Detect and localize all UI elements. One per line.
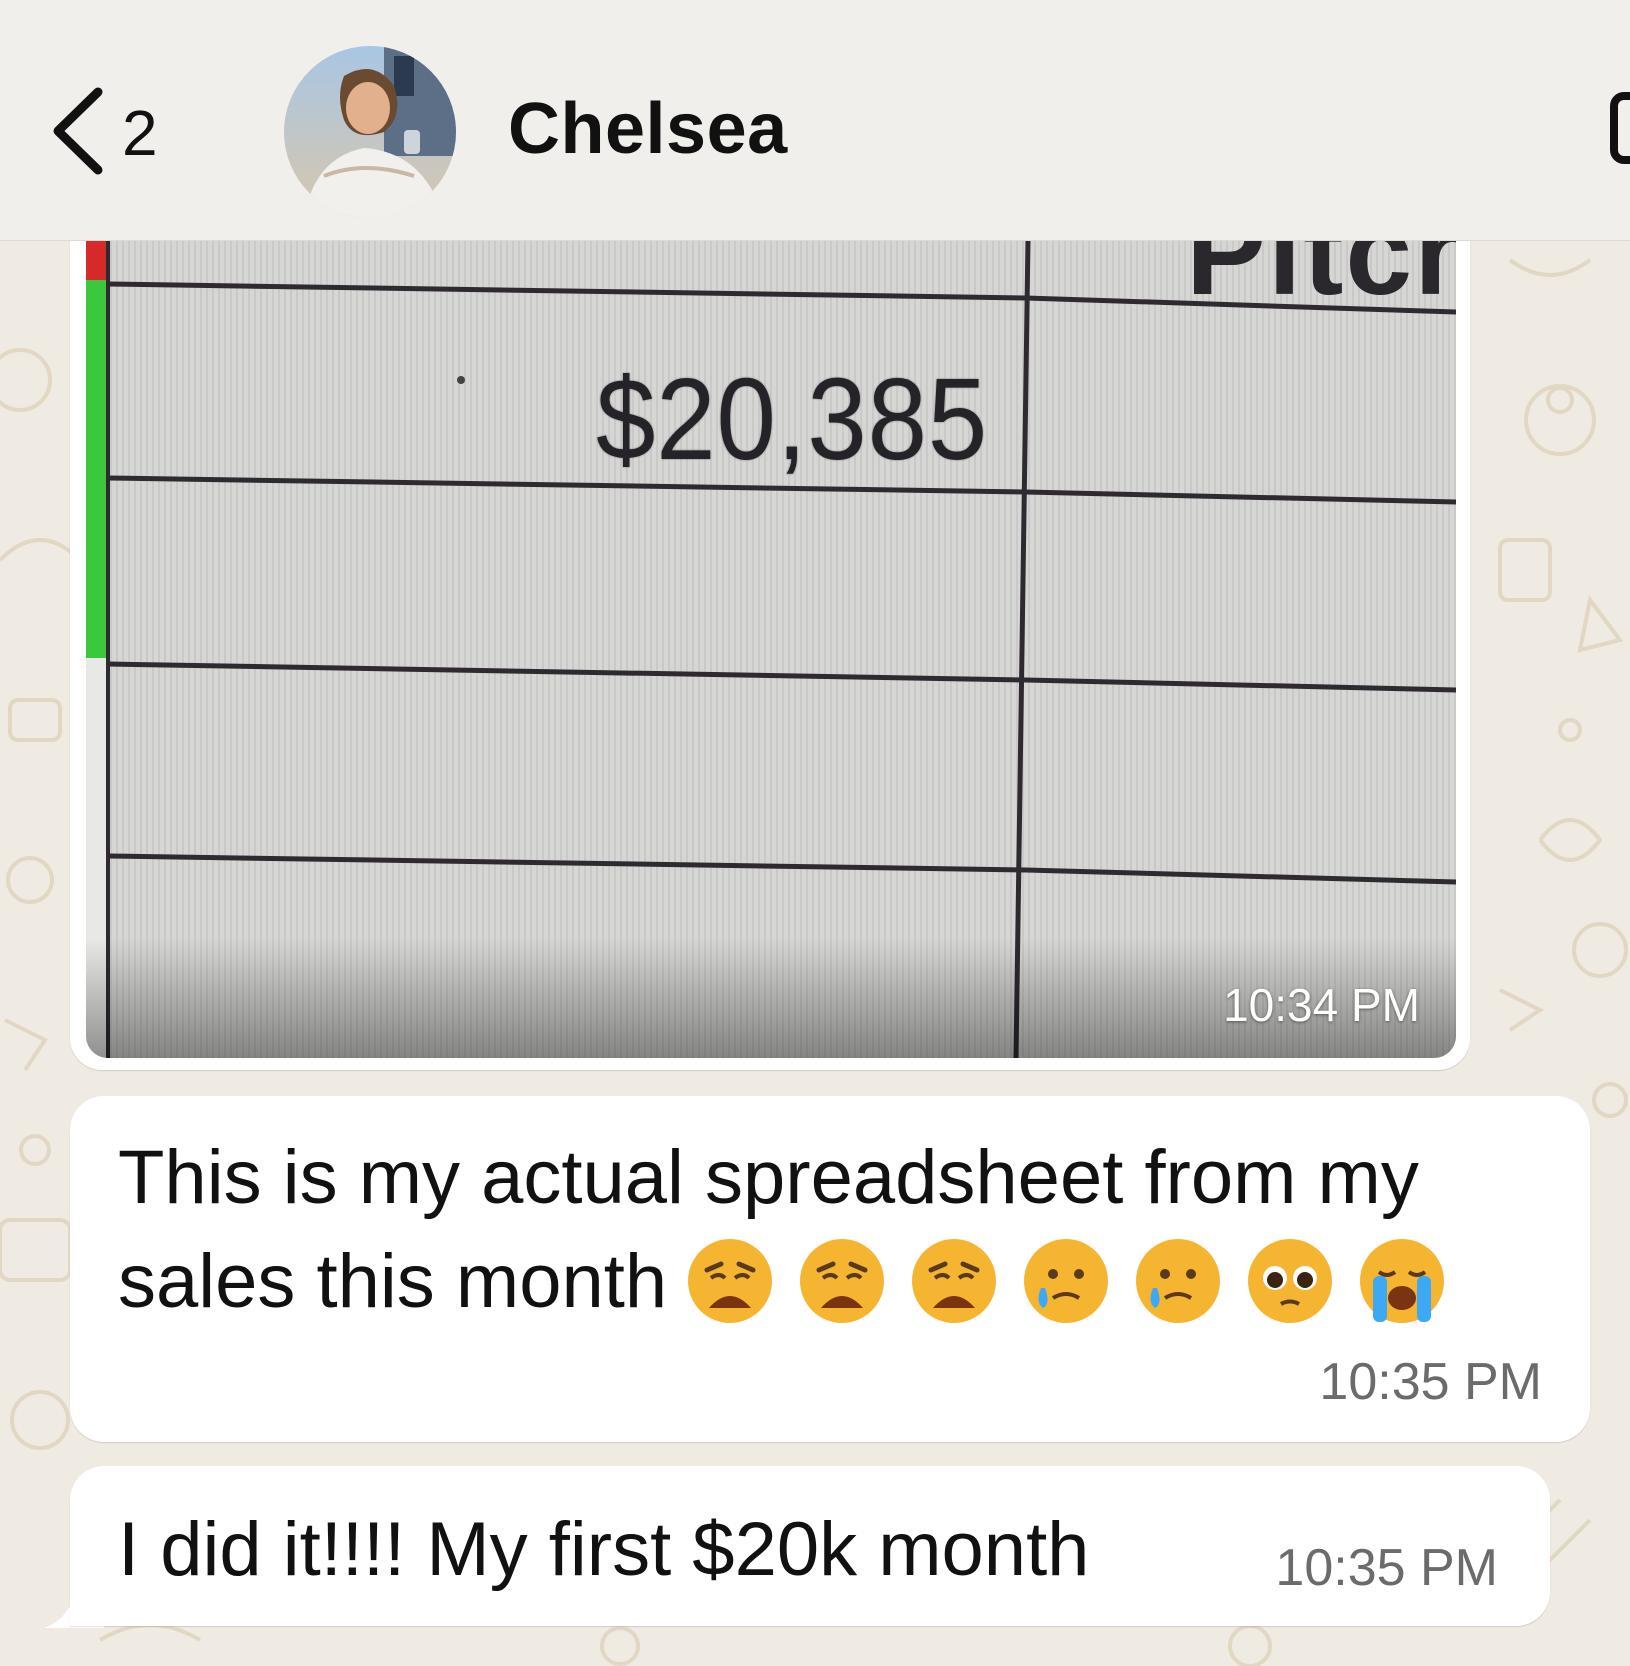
pleading-face-icon bbox=[1245, 1236, 1335, 1326]
spreadsheet-photo[interactable]: Pitch $20,385 10:34 PM bbox=[86, 240, 1456, 1058]
photo-amount: $20,385 bbox=[596, 354, 989, 484]
message-text: This is my actual spreadsheet from my sa… bbox=[118, 1126, 1558, 1334]
back-button[interactable]: 2 bbox=[50, 86, 210, 181]
photo-column-header: Pitch bbox=[1186, 240, 1456, 320]
contact-name[interactable]: Chelsea bbox=[508, 88, 788, 170]
message-text: I did it!!!! My first $20k month bbox=[118, 1507, 1090, 1592]
message-bubble[interactable]: This is my actual spreadsheet from my sa… bbox=[70, 1096, 1590, 1442]
face-holding-back-tears-icon bbox=[1021, 1236, 1111, 1326]
chat-header: 2 Chelsea bbox=[0, 0, 1630, 241]
unread-count: 2 bbox=[122, 97, 158, 169]
face-holding-back-tears-icon bbox=[1133, 1236, 1223, 1326]
weary-face-icon bbox=[797, 1236, 887, 1326]
emoji-row bbox=[685, 1236, 1447, 1326]
loudly-crying-face-icon bbox=[1357, 1236, 1447, 1326]
weary-face-icon bbox=[909, 1236, 999, 1326]
weary-face-icon bbox=[685, 1236, 775, 1326]
message-time: 10:34 PM bbox=[1223, 979, 1420, 1031]
chevron-left-icon bbox=[50, 86, 110, 181]
avatar[interactable] bbox=[284, 46, 456, 218]
message-time: 10:35 PM bbox=[1319, 1353, 1542, 1411]
message-time: 10:35 PM bbox=[1275, 1539, 1498, 1597]
message-bubble[interactable]: I did it!!!! My first $20k month 10:35 P… bbox=[70, 1466, 1550, 1626]
video-call-icon[interactable] bbox=[1610, 88, 1630, 168]
